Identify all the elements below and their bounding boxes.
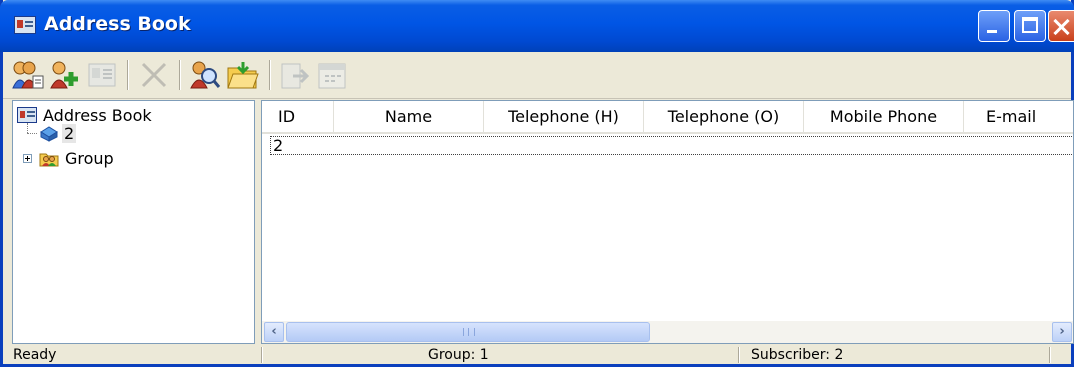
list-header: ID Name Telephone (H) Telephone (O) Mobi… — [262, 101, 1073, 134]
tree-item-label: Group — [65, 148, 114, 168]
cell-id: 2 — [273, 136, 284, 155]
expand-group-icon[interactable] — [23, 154, 32, 163]
scroll-left-icon[interactable]: ‹ — [264, 322, 284, 342]
title-bar[interactable]: Address Book — [0, 0, 1074, 52]
column-header-telephone-o[interactable]: Telephone (O) — [644, 101, 804, 132]
address-book-icon — [17, 107, 37, 123]
scrollbar-grip-icon — [463, 328, 475, 336]
tree-item-label: 2 — [62, 123, 77, 143]
minimize-button[interactable] — [978, 10, 1010, 42]
group-icon — [39, 149, 59, 167]
toolbar-separator — [269, 60, 271, 90]
toolbar-separator — [127, 60, 129, 90]
maximize-button[interactable] — [1014, 10, 1046, 42]
status-separator — [1049, 347, 1051, 363]
column-header-email[interactable]: E-mail — [964, 101, 1073, 132]
horizontal-scrollbar[interactable]: ‹ › — [262, 321, 1073, 343]
delete-icon[interactable] — [137, 58, 171, 92]
address-book-window: Address Book Address Book 2 Group ID Nam… — [0, 0, 1074, 367]
tree-item-2[interactable]: 2 — [39, 122, 77, 144]
tree-view[interactable]: Address Book 2 Group — [12, 100, 255, 344]
export-icon[interactable] — [277, 58, 311, 92]
add-contact-icon[interactable] — [11, 58, 45, 92]
properties-icon[interactable] — [85, 58, 119, 92]
open-folder-icon[interactable] — [225, 58, 259, 92]
tree-item-group[interactable]: Group — [39, 147, 114, 169]
tree-item-address-book[interactable]: Address Book — [17, 104, 152, 126]
contact-folder-icon — [39, 124, 59, 142]
calendar-icon[interactable] — [315, 58, 349, 92]
column-header-mobile-phone[interactable]: Mobile Phone — [804, 101, 964, 132]
close-button[interactable] — [1048, 10, 1074, 42]
scroll-right-icon[interactable]: › — [1052, 322, 1072, 342]
tree-line — [27, 133, 37, 134]
add-group-icon[interactable] — [47, 58, 81, 92]
table-row[interactable]: 2 — [270, 136, 1073, 155]
toolbar — [3, 52, 1071, 99]
status-separator — [738, 347, 740, 363]
window-title: Address Book — [44, 13, 191, 35]
contact-list[interactable]: ID Name Telephone (H) Telephone (O) Mobi… — [261, 100, 1074, 344]
status-group-count: Group: 1 — [428, 347, 489, 363]
find-people-icon[interactable] — [187, 58, 221, 92]
address-book-icon — [14, 16, 36, 34]
column-header-telephone-h[interactable]: Telephone (H) — [484, 101, 644, 132]
status-bar: Ready Group: 1 Subscriber: 2 — [3, 346, 1071, 364]
column-header-name[interactable]: Name — [334, 101, 484, 132]
scrollbar-thumb[interactable] — [286, 322, 650, 342]
toolbar-separator — [179, 60, 181, 90]
column-header-id[interactable]: ID — [262, 101, 334, 132]
status-text: Ready — [13, 347, 57, 363]
status-separator — [261, 347, 263, 363]
tree-line — [27, 123, 28, 133]
status-subscriber-count: Subscriber: 2 — [751, 347, 844, 363]
